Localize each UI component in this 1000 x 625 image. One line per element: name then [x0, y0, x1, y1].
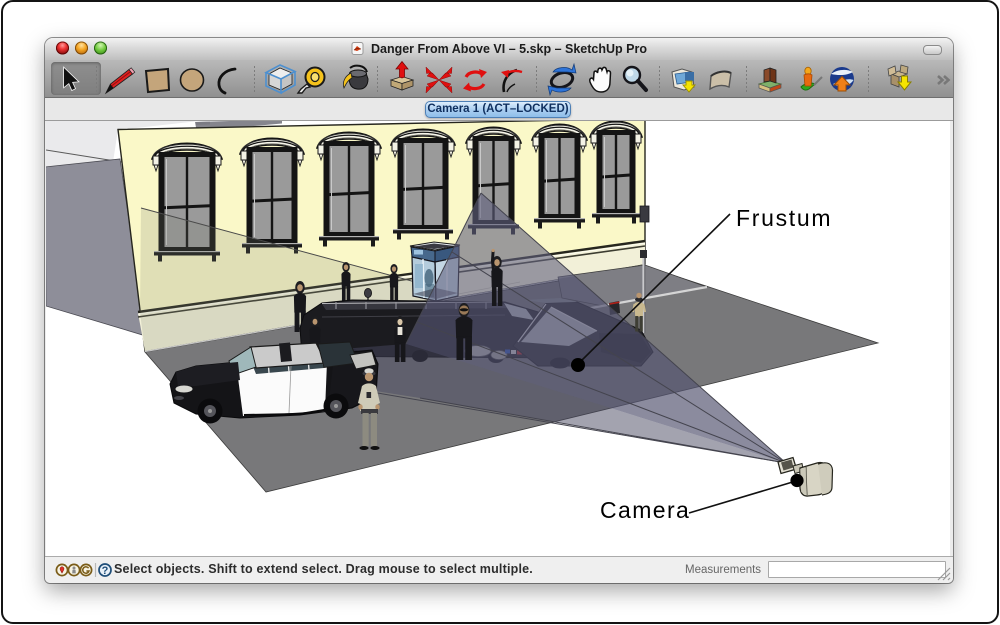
- svg-text:Frustum: Frustum: [736, 205, 832, 231]
- svg-text:Camera: Camera: [600, 497, 690, 523]
- svg-text:?: ?: [102, 565, 109, 577]
